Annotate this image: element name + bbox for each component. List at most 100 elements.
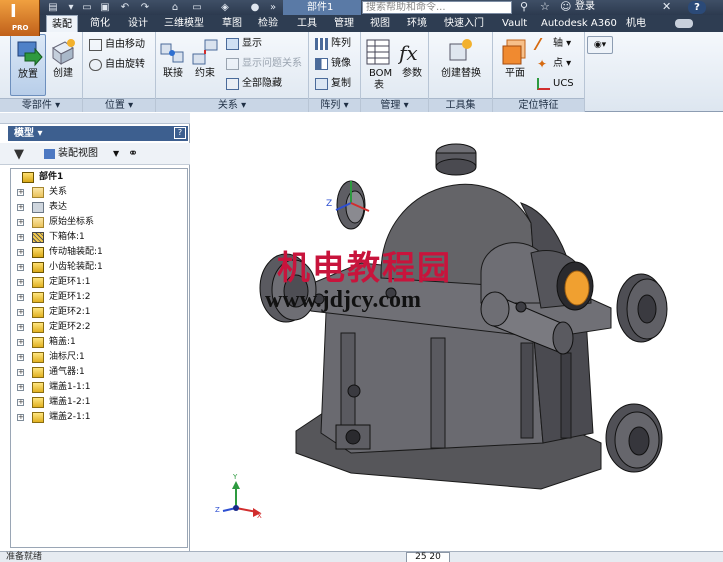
tab-view[interactable]: 视图 bbox=[370, 15, 390, 32]
create-substitute-button[interactable]: 创建替换 bbox=[433, 34, 489, 96]
select-icon[interactable]: ▭ bbox=[190, 1, 204, 14]
expand-toggle-icon[interactable]: + bbox=[17, 309, 24, 316]
tab-sketch[interactable]: 草图 bbox=[222, 15, 242, 32]
expand-toggle-icon[interactable]: + bbox=[17, 414, 24, 421]
show-sick-button[interactable]: 显示问题关系 bbox=[224, 55, 302, 73]
tab-inspect[interactable]: 检验 bbox=[258, 15, 278, 32]
plane-button[interactable]: 平面 bbox=[495, 34, 535, 96]
undo-icon[interactable]: ↶ bbox=[118, 1, 132, 14]
application-menu-button[interactable]: I PRO bbox=[0, 0, 40, 36]
graphics-viewport[interactable]: Y X Z Z 机电教程园 www.jdjcy.com bbox=[191, 113, 723, 551]
login-link[interactable]: 登录 bbox=[575, 0, 595, 14]
binoculars-icon[interactable]: ⚲ bbox=[520, 0, 528, 14]
status-bar: 准备就绪 25 20 bbox=[0, 551, 723, 562]
constrain-button[interactable]: 约束 bbox=[188, 34, 222, 96]
tab-environments[interactable]: 环境 bbox=[407, 15, 427, 32]
tab-tools[interactable]: 工具 bbox=[297, 15, 317, 32]
relationships-panel-title[interactable]: 关系 ▾ bbox=[156, 98, 308, 112]
expand-toggle-icon[interactable]: + bbox=[17, 204, 24, 211]
position-panel-title[interactable]: 位置 ▾ bbox=[83, 98, 155, 112]
help-button[interactable]: ? bbox=[688, 1, 706, 14]
tree-node-label: 油标尺:1 bbox=[49, 352, 85, 362]
axis-button[interactable]: 轴 ▾ bbox=[533, 35, 571, 53]
ribbon-display-toggle[interactable] bbox=[675, 19, 693, 28]
tab-3d-model[interactable]: 三维模型 bbox=[164, 15, 204, 32]
tab-assemble[interactable]: 装配 bbox=[46, 15, 78, 32]
expand-toggle-icon[interactable]: + bbox=[17, 219, 24, 226]
pattern-button[interactable]: 阵列 bbox=[313, 35, 351, 53]
hide-all-icon bbox=[226, 78, 239, 90]
point-label: 点 ▾ bbox=[553, 58, 572, 69]
tab-a360[interactable]: Autodesk A360 bbox=[541, 15, 617, 32]
help-search-input[interactable]: 搜索帮助和命令... bbox=[362, 1, 512, 14]
exchange-apps-icon[interactable]: ✕ bbox=[662, 0, 671, 14]
save-icon[interactable]: ▣ bbox=[98, 1, 112, 14]
tab-design[interactable]: 设计 bbox=[128, 15, 148, 32]
hide-all-button[interactable]: 全部隐藏 bbox=[224, 75, 282, 93]
browser-title[interactable]: 模型 ▾ bbox=[14, 126, 43, 141]
home-icon[interactable]: ⌂ bbox=[168, 1, 182, 14]
joint-button[interactable]: 联接 bbox=[156, 34, 190, 96]
tab-jidian[interactable]: 机电 bbox=[626, 15, 646, 32]
work-features-panel-title: 定位特征 bbox=[493, 98, 584, 112]
expand-toggle-icon[interactable]: + bbox=[17, 354, 24, 361]
components-panel-title[interactable]: 零部件 ▾ bbox=[0, 98, 82, 112]
pro-badge: PRO bbox=[12, 24, 29, 32]
bom-label: BOM表 bbox=[369, 68, 393, 91]
hide-all-label: 全部隐藏 bbox=[242, 78, 282, 89]
document-tab[interactable]: 部件1 bbox=[283, 0, 361, 15]
status-text: 准备就绪 bbox=[6, 552, 43, 562]
free-move-button[interactable]: 自由移动 bbox=[87, 36, 145, 54]
create-substitute-icon bbox=[449, 39, 472, 61]
pattern-label: 阵列 bbox=[331, 38, 351, 49]
bom-icon bbox=[366, 39, 390, 65]
expand-toggle-icon[interactable]: + bbox=[17, 189, 24, 196]
free-rotate-button[interactable]: 自由旋转 bbox=[87, 56, 145, 74]
tab-simplify[interactable]: 简化 bbox=[90, 15, 110, 32]
pattern-panel-title[interactable]: 阵列 ▾ bbox=[309, 98, 360, 112]
appearance-icon[interactable]: ● bbox=[248, 1, 262, 14]
mirror-button[interactable]: 镜像 bbox=[313, 55, 351, 73]
browser-help-icon[interactable]: ? bbox=[174, 127, 186, 139]
assembly-view-select[interactable]: 装配视图 bbox=[44, 146, 98, 162]
favorites-star-icon[interactable]: ☆ bbox=[540, 0, 550, 14]
expand-toggle-icon[interactable]: + bbox=[17, 264, 24, 271]
expand-toggle-icon[interactable]: + bbox=[17, 324, 24, 331]
quick-access-dropdown-icon[interactable]: ▾ bbox=[64, 1, 78, 14]
tab-vault[interactable]: Vault bbox=[502, 15, 527, 32]
expand-toggle-icon[interactable]: + bbox=[17, 279, 24, 286]
expand-toggle-icon[interactable]: + bbox=[17, 369, 24, 376]
place-button[interactable]: 放置 bbox=[10, 34, 46, 96]
create-button[interactable]: 创建 bbox=[44, 34, 82, 96]
show-button[interactable]: 显示 bbox=[224, 35, 262, 53]
user-icon[interactable]: ☺ bbox=[560, 0, 571, 14]
material-icon[interactable]: ◈ bbox=[218, 1, 232, 14]
expand-toggle-icon[interactable]: + bbox=[17, 384, 24, 391]
tab-get-started[interactable]: 快速入门 bbox=[444, 15, 484, 32]
redo-icon[interactable]: ↷ bbox=[138, 1, 152, 14]
position-panel: 自由移动 自由旋转 位置 ▾ bbox=[83, 32, 156, 112]
ucs-icon bbox=[537, 78, 550, 90]
view-dropdown-icon[interactable]: ▼ bbox=[113, 146, 119, 162]
ucs-button[interactable]: UCS bbox=[535, 75, 574, 93]
filter-icon[interactable]: ▼ bbox=[14, 147, 24, 162]
open-file-icon[interactable]: ▭ bbox=[80, 1, 94, 14]
ribbon-options-dropdown[interactable]: ◉▾ bbox=[587, 36, 613, 54]
expand-toggle-icon[interactable]: + bbox=[17, 234, 24, 241]
binoculars-find-icon[interactable]: ⚭ bbox=[128, 145, 138, 161]
tree-node-label: 端盖2-1:1 bbox=[49, 412, 91, 422]
parameters-fx-icon: fx bbox=[398, 41, 418, 65]
expand-toggle-icon[interactable]: + bbox=[17, 294, 24, 301]
parameters-button[interactable]: fx 参数 bbox=[395, 34, 429, 96]
expand-toggle-icon[interactable]: + bbox=[17, 249, 24, 256]
bom-button[interactable]: BOM表 bbox=[361, 34, 395, 96]
point-button[interactable]: ✦ 点 ▾ bbox=[535, 55, 571, 73]
copy-button[interactable]: 复制 bbox=[313, 75, 351, 93]
manage-panel-title[interactable]: 管理 ▾ bbox=[361, 98, 428, 112]
tab-manage[interactable]: 管理 bbox=[334, 15, 354, 32]
expand-toggle-icon[interactable]: + bbox=[17, 399, 24, 406]
new-file-icon[interactable]: ▤ bbox=[46, 1, 60, 14]
expand-toggle-icon[interactable]: + bbox=[17, 339, 24, 346]
joint-label: 联接 bbox=[163, 68, 183, 79]
more-icon[interactable]: » bbox=[266, 1, 280, 14]
